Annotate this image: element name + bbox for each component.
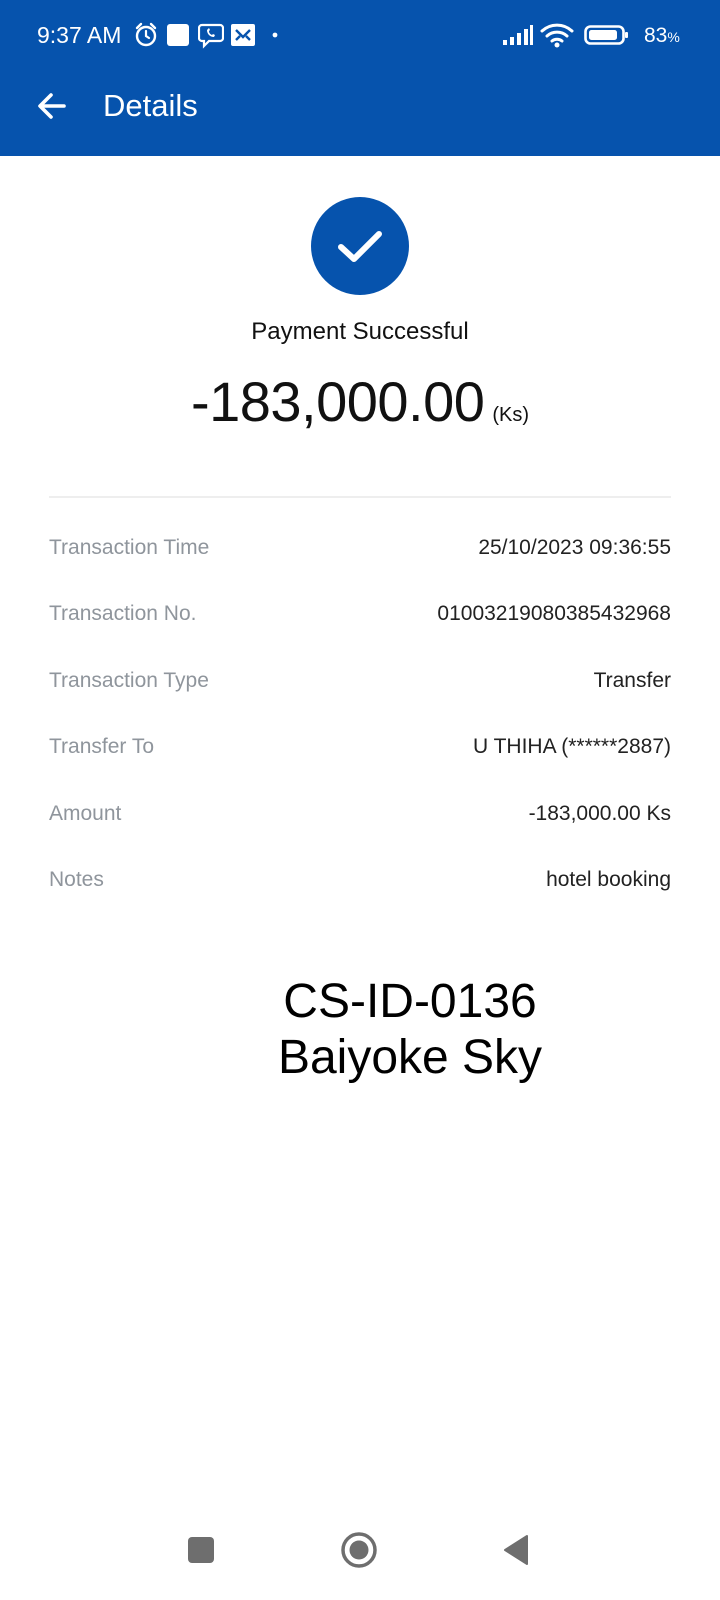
arrow-left-icon[interactable] (28, 82, 76, 130)
detail-label: Transaction No. (49, 602, 197, 626)
amount-currency: (Ks) (492, 404, 530, 426)
detail-value: 01003219080385432968 (437, 602, 671, 626)
detail-value: hotel booking (546, 867, 671, 891)
amount-value: -183,000.00 (190, 370, 485, 433)
app-notification-icon (231, 24, 255, 46)
transaction-details: Transaction Time 25/10/2023 09:36:55 Tra… (49, 533, 671, 931)
detail-label: Notes (49, 867, 104, 891)
detail-label: Transaction Type (49, 668, 209, 692)
status-time: 9:37 AM (37, 22, 122, 48)
check-circle-icon (311, 197, 409, 295)
home-circle-icon[interactable] (329, 1520, 389, 1580)
detail-value: U THIHA (******2887) (472, 735, 671, 759)
battery-percent: 83% (644, 22, 680, 51)
battery-percent-value: 83 (644, 24, 668, 47)
app-header: 9:37 AM 83% Details (0, 0, 720, 156)
battery-icon (584, 25, 628, 45)
system-nav-bar (0, 1520, 720, 1600)
detail-row-transfer-to: Transfer To U THIHA (******2887) (49, 732, 671, 798)
detail-label: Transfer To (49, 735, 155, 759)
overlay-caption: CS-ID-0136 Baiyoke Sky (140, 974, 680, 1086)
app-bar: Details (0, 78, 720, 134)
overlay-line-name: Baiyoke Sky (277, 1031, 543, 1084)
battery-percent-suffix: % (667, 29, 680, 45)
viber-icon (198, 23, 224, 49)
payment-status: Payment Successful (251, 318, 469, 345)
notification-square-icon (167, 24, 189, 46)
detail-value: -183,000.00 Ks (528, 801, 671, 825)
dot-icon (272, 32, 278, 38)
divider (49, 496, 671, 498)
recents-square-icon[interactable] (171, 1520, 231, 1580)
signal-icon (503, 25, 533, 45)
detail-row-transaction-type: Transaction Type Transfer (49, 666, 671, 732)
detail-row-transaction-time: Transaction Time 25/10/2023 09:36:55 (49, 533, 671, 599)
detail-row-notes: Notes hotel booking (49, 865, 671, 931)
detail-label: Transaction Time (49, 536, 210, 559)
overlay-line-id: CS-ID-0136 (283, 975, 537, 1028)
detail-value: 25/10/2023 09:36:55 (478, 536, 671, 559)
status-bar: 9:37 AM 83% (0, 0, 720, 70)
detail-value: Transfer (593, 668, 671, 692)
back-triangle-icon[interactable] (486, 1520, 546, 1580)
page-title: Details (103, 88, 198, 123)
detail-row-transaction-no: Transaction No. 01003219080385432968 (49, 599, 671, 665)
payment-amount: -183,000.00 (Ks) (0, 366, 720, 438)
alarm-icon (135, 22, 157, 47)
wifi-icon (540, 23, 574, 48)
detail-row-amount: Amount -183,000.00 Ks (49, 799, 671, 865)
detail-label: Amount (49, 801, 122, 825)
